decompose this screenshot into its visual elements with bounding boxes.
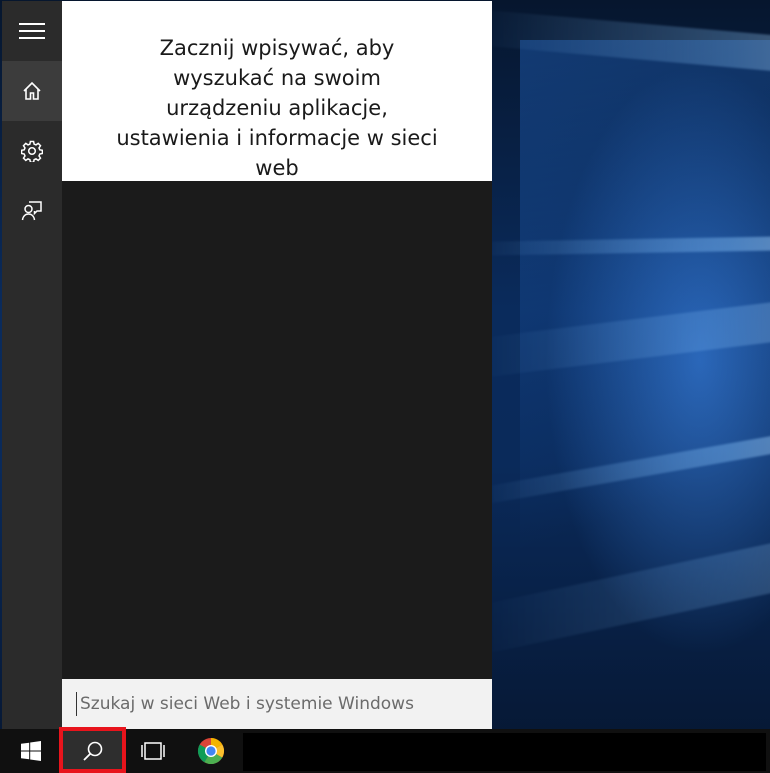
hint-text: Zacznij wpisywać, aby wyszukać na swoim … [116, 36, 438, 180]
search-box[interactable] [62, 679, 492, 729]
start-button[interactable] [0, 729, 62, 773]
cortana-sidebar [2, 1, 62, 729]
search-input[interactable] [78, 693, 478, 715]
task-view-icon [141, 742, 165, 760]
taskbar-search-button[interactable] [62, 729, 124, 773]
settings-button[interactable] [2, 121, 62, 181]
feedback-icon [21, 201, 42, 221]
chrome-icon [197, 737, 225, 765]
hint-card: Zacznij wpisywać, aby wyszukać na swoim … [62, 1, 492, 181]
home-icon [23, 81, 41, 100]
feedback-button[interactable] [2, 181, 62, 241]
hamburger-menu-icon [19, 23, 45, 39]
gear-icon [21, 140, 43, 162]
taskbar-redacted-area [243, 733, 766, 771]
hamburger-menu-button[interactable] [2, 1, 62, 61]
cortana-panel: Zacznij wpisywać, aby wyszukać na swoim … [62, 1, 492, 729]
home-button[interactable] [2, 61, 62, 121]
chrome-taskbar-button[interactable] [182, 729, 240, 773]
taskbar [0, 729, 770, 773]
windows-logo-icon [21, 741, 41, 761]
task-view-button[interactable] [124, 729, 182, 773]
search-icon [83, 741, 103, 761]
text-caret [76, 692, 77, 716]
